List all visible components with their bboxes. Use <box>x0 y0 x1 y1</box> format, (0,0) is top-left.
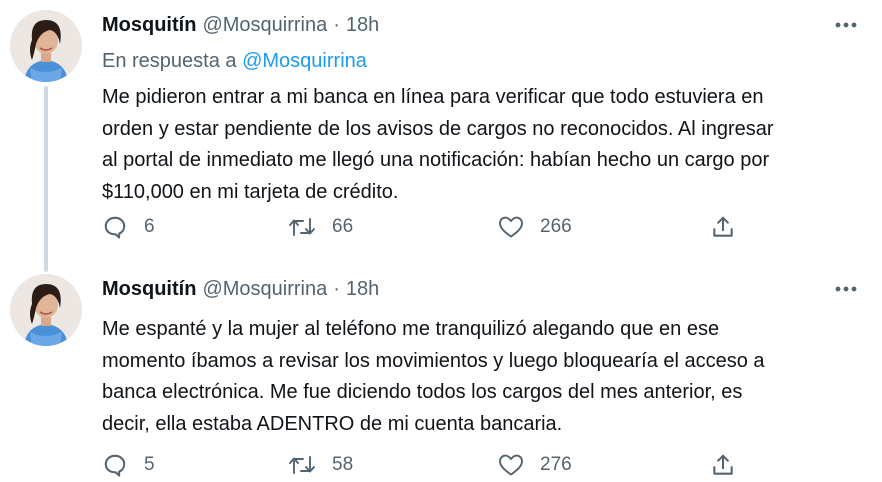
retweet-count: 58 <box>332 454 354 475</box>
more-icon <box>835 22 857 28</box>
tweet-text: Me espanté y la mujer al teléfono me tra… <box>102 318 765 435</box>
timestamp[interactable]: 18h <box>346 276 379 302</box>
heart-icon <box>499 454 523 476</box>
reply-prefix: En respuesta a <box>102 50 237 72</box>
avatar-column <box>10 10 82 82</box>
share-button[interactable] <box>710 450 736 480</box>
tweet-thread: Mosquitín @Mosquirrina · 18h En respuest… <box>0 0 882 482</box>
tweet-actions: 5 58 276 <box>102 450 742 480</box>
tweet-content: Mosquitín @Mosquirrina · 18h En respuest… <box>102 12 860 208</box>
share-button[interactable] <box>710 212 736 242</box>
avatar-photo-icon <box>10 10 82 82</box>
display-name[interactable]: Mosquitín <box>102 276 196 302</box>
like-button[interactable]: 266 <box>498 212 572 242</box>
reply-button[interactable]: 5 <box>102 450 155 480</box>
more-options-button[interactable] <box>832 14 860 36</box>
display-name[interactable]: Mosquitín <box>102 12 196 38</box>
share-icon <box>713 216 733 237</box>
tweet[interactable]: Mosquitín @Mosquirrina · 18h En respuest… <box>0 0 882 272</box>
tweet[interactable]: Mosquitín @Mosquirrina · 18h Me espanté … <box>0 264 882 482</box>
reply-button[interactable]: 6 <box>102 212 155 242</box>
reply-icon <box>104 216 126 239</box>
retweet-button[interactable]: 66 <box>288 212 353 242</box>
heart-icon <box>499 216 523 238</box>
reply-icon <box>104 454 126 477</box>
tweet-header: Mosquitín @Mosquirrina · 18h <box>102 12 860 38</box>
separator-dot: · <box>333 278 340 300</box>
retweet-icon <box>289 456 315 474</box>
more-options-button[interactable] <box>832 278 860 300</box>
tweet-header: Mosquitín @Mosquirrina · 18h <box>102 276 860 302</box>
thread-connector-line <box>44 86 48 272</box>
reply-count: 6 <box>144 216 155 237</box>
like-count: 276 <box>540 454 572 475</box>
like-count: 266 <box>540 216 572 237</box>
like-button[interactable]: 276 <box>498 450 572 480</box>
tweet-text: Me pidieron entrar a mi banca en línea p… <box>102 86 774 203</box>
avatar-column <box>10 274 82 346</box>
tweet-actions: 6 66 266 <box>102 212 742 242</box>
retweet-icon <box>289 218 315 236</box>
reply-count: 5 <box>144 454 155 475</box>
reply-mention-link[interactable]: @Mosquirrina <box>242 50 367 72</box>
avatar-photo-icon <box>10 274 82 346</box>
avatar[interactable] <box>10 274 82 346</box>
retweet-count: 66 <box>332 216 354 237</box>
timestamp[interactable]: 18h <box>346 12 379 38</box>
avatar[interactable] <box>10 10 82 82</box>
tweet-content: Mosquitín @Mosquirrina · 18h Me espanté … <box>102 276 860 440</box>
separator-dot: · <box>333 14 340 36</box>
retweet-button[interactable]: 58 <box>288 450 353 480</box>
user-handle[interactable]: @Mosquirrina <box>202 12 327 38</box>
more-icon <box>835 286 857 292</box>
reply-context: En respuesta a @Mosquirrina <box>102 48 860 74</box>
user-handle[interactable]: @Mosquirrina <box>202 276 327 302</box>
share-icon <box>713 454 733 475</box>
